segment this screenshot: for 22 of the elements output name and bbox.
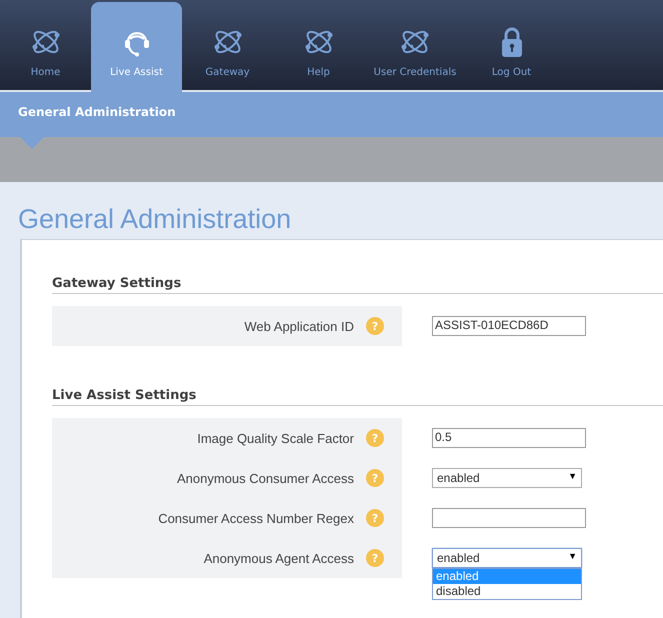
field-label: Anonymous Consumer Access [176,470,354,486]
nav-tab[interactable]: Help [273,2,364,90]
page-title: General Administration [18,204,292,235]
nav-tab[interactable]: Log Out [466,2,557,90]
field-label: Image Quality Scale Factor [197,430,354,446]
dropdown[interactable]: enabled ▼ [432,548,582,568]
nav-tab[interactable]: Home [0,2,91,90]
dropdown-option[interactable]: enabled [433,569,581,584]
nav-tab[interactable]: Live Assist [91,2,182,92]
section-heading: Live Assist Settings [52,388,663,406]
field-label: Consumer Access Number Regex [158,510,354,526]
breadcrumb-title: General Administration [18,104,176,118]
text-field[interactable]: ASSIST-010ECD86D [432,316,586,336]
field-label: Web Application ID [244,318,354,334]
field-label: Anonymous Agent Access [204,550,354,566]
nav-tab[interactable]: Gateway [182,2,273,90]
dropdown[interactable]: enabled ▼ [432,468,582,488]
section-heading: Gateway Settings [52,276,663,294]
nav-tab[interactable]: User Credentials [364,2,466,90]
dropdown-option[interactable]: disabled [433,584,581,599]
text-field[interactable]: 0.5 [432,428,586,448]
text-field[interactable] [432,508,586,528]
